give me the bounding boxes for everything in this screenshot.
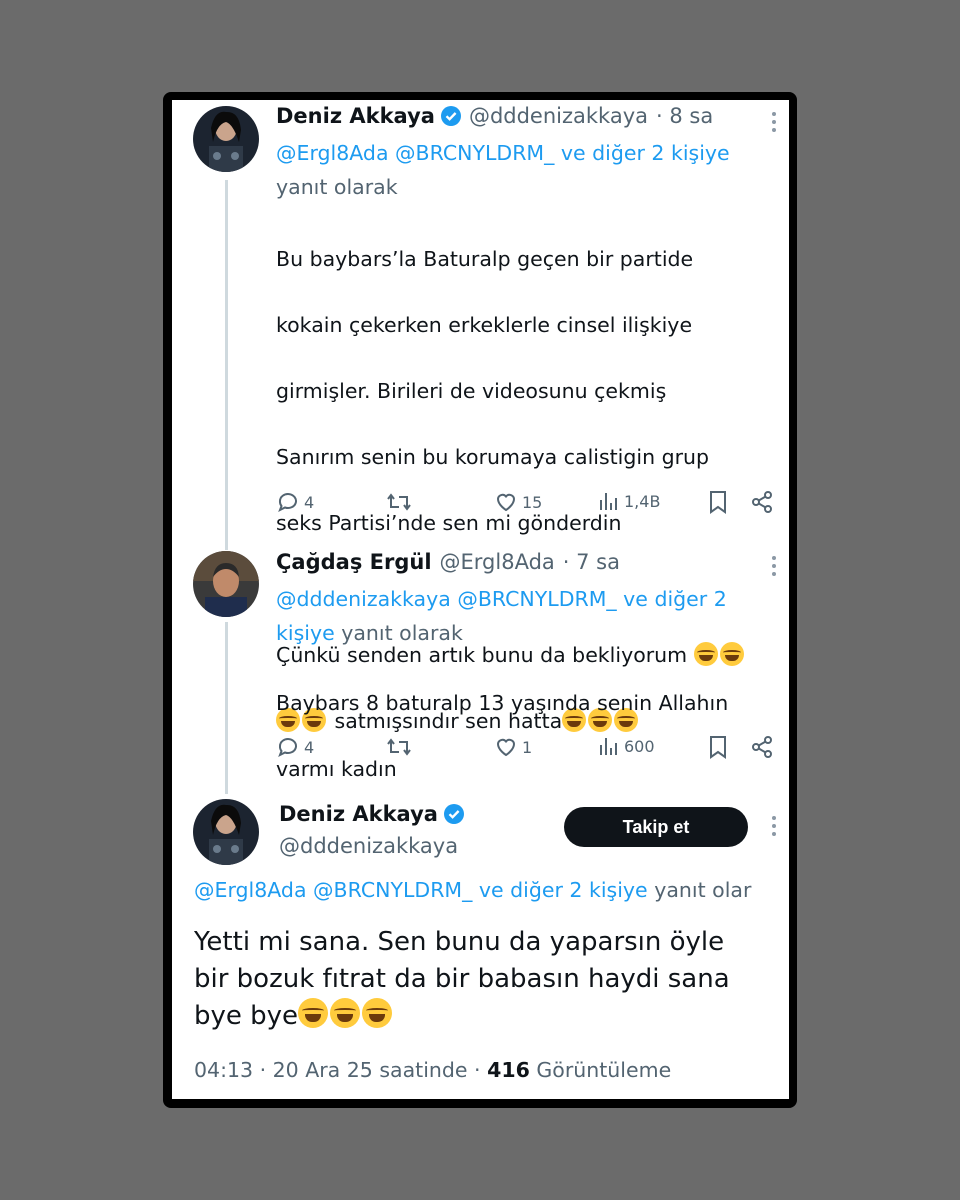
- tweet-actions: 4 1 600: [276, 735, 776, 765]
- avatar[interactable]: [193, 799, 259, 865]
- share-icon: [752, 736, 772, 758]
- retweet-button[interactable]: [386, 490, 412, 514]
- reply-mentions[interactable]: @Ergl8Ada @BRCNYLDRM_ ve diğer 2 kişiye: [194, 878, 648, 902]
- text-line-with-emoji: bye bye: [194, 998, 784, 1035]
- tweet-timestamp[interactable]: 04:13 · 20 Ara 25 saatinde ·: [194, 1058, 481, 1082]
- tweet-header: Çağdaş Ergül @Ergl8Ada · 7 sa: [276, 550, 620, 574]
- reply-context: @dddenizakkaya @BRCNYLDRM_ ve diğer 2 ki…: [276, 582, 727, 650]
- tweet-header: Deniz Akkaya @dddenizakkaya · 8 sa: [276, 104, 713, 128]
- like-count: 1: [522, 737, 533, 757]
- reply-count: 4: [304, 492, 315, 512]
- more-icon[interactable]: [771, 816, 777, 840]
- reply-icon: [278, 738, 297, 758]
- retweet-icon: [387, 738, 411, 756]
- views-count: 416: [487, 1058, 530, 1082]
- avatar[interactable]: [193, 551, 259, 617]
- reply-button[interactable]: 4: [276, 490, 314, 514]
- views-count: 600: [624, 736, 655, 756]
- like-icon: [496, 493, 516, 512]
- reply-icon: [278, 493, 297, 513]
- tweet-time[interactable]: · 7 sa: [563, 550, 620, 574]
- more-icon[interactable]: [771, 556, 777, 580]
- thread-line: [225, 180, 228, 550]
- like-count: 15: [522, 492, 543, 512]
- reply-suffix: yanıt olarak: [276, 175, 398, 199]
- tweet-time[interactable]: · 8 sa: [656, 104, 713, 128]
- reply-button[interactable]: 4: [276, 735, 314, 759]
- thread-line: [225, 622, 228, 794]
- display-name[interactable]: Çağdaş Ergül: [276, 550, 432, 574]
- reply-context: @Ergl8Ada @BRCNYLDRM_ ve diğer 2 kişiye …: [194, 878, 751, 902]
- bookmark-button[interactable]: [708, 735, 728, 759]
- user-handle[interactable]: @dddenizakkaya: [279, 834, 458, 858]
- share-button[interactable]: [750, 490, 774, 514]
- retweet-button[interactable]: [386, 735, 412, 759]
- bookmark-icon: [710, 736, 726, 759]
- tweet-meta: 04:13 · 20 Ara 25 saatinde · 416 Görüntü…: [194, 1058, 671, 1082]
- reply-mentions[interactable]: @dddenizakkaya @BRCNYLDRM_ ve diğer 2: [276, 587, 727, 611]
- verified-icon: [443, 804, 464, 824]
- like-button[interactable]: 1: [494, 735, 532, 759]
- laughing-emoji: [298, 998, 329, 1028]
- bookmark-icon: [710, 491, 726, 514]
- share-icon: [752, 491, 772, 513]
- user-handle[interactable]: @dddenizakkaya: [469, 104, 648, 128]
- like-icon: [496, 738, 516, 757]
- verified-icon: [440, 106, 461, 126]
- views-count: 1,4B: [624, 491, 661, 511]
- reply-context: @Ergl8Ada @BRCNYLDRM_ ve diğer 2 kişiye …: [276, 136, 730, 204]
- text-line: Baybars 8 baturalp 13 yaşında senin Alla…: [276, 691, 729, 715]
- like-button[interactable]: 15: [494, 490, 542, 514]
- reply-mentions[interactable]: kişiye: [276, 621, 335, 645]
- follow-button[interactable]: Takip et: [564, 807, 748, 847]
- text-line: girmişler. Birileri de videosunu çekmiş: [276, 379, 667, 403]
- laughing-emoji: [330, 998, 361, 1028]
- laughing-emoji: [362, 998, 393, 1028]
- views-button[interactable]: 600: [598, 735, 655, 757]
- reply-count: 4: [304, 737, 315, 757]
- share-button[interactable]: [750, 735, 774, 759]
- bookmark-button[interactable]: [708, 490, 728, 514]
- text-line: kokain çekerken erkeklerle cinsel ilişki…: [276, 313, 693, 337]
- text-line: Yetti mi sana. Sen bunu da yaparsın öyle: [194, 927, 725, 957]
- views-icon: [600, 493, 617, 510]
- tweet-header: Deniz Akkaya: [279, 802, 464, 826]
- views-icon: [600, 738, 617, 755]
- reply-mentions[interactable]: @Ergl8Ada @BRCNYLDRM_ ve diğer 2 kişiye: [276, 141, 730, 165]
- text-segment: bye bye: [194, 1001, 299, 1031]
- avatar[interactable]: [193, 106, 259, 172]
- more-icon[interactable]: [771, 112, 777, 136]
- reply-suffix: yanıt olarak: [341, 621, 463, 645]
- views-label: Görüntüleme: [536, 1058, 672, 1082]
- views-button[interactable]: 1,4B: [598, 490, 660, 512]
- user-handle[interactable]: @Ergl8Ada: [440, 550, 555, 574]
- tweet-actions: 4 15 1,4B: [276, 490, 776, 520]
- text-line: bir bozuk fıtrat da bir babasın haydi sa…: [194, 964, 730, 994]
- tweet-thread-card: Deniz Akkaya @dddenizakkaya · 8 sa @Ergl…: [172, 100, 789, 1099]
- text-line: Sanırım senin bu korumaya calistigin gru…: [276, 445, 710, 469]
- tweet-text: Yetti mi sana. Sen bunu da yaparsın öyle…: [194, 924, 784, 1035]
- text-line: Bu baybars’la Baturalp geçen bir partide: [276, 247, 694, 271]
- reply-suffix: yanıt olar: [654, 878, 752, 902]
- display-name[interactable]: Deniz Akkaya: [279, 802, 438, 826]
- retweet-icon: [387, 493, 411, 511]
- display-name[interactable]: Deniz Akkaya: [276, 104, 435, 128]
